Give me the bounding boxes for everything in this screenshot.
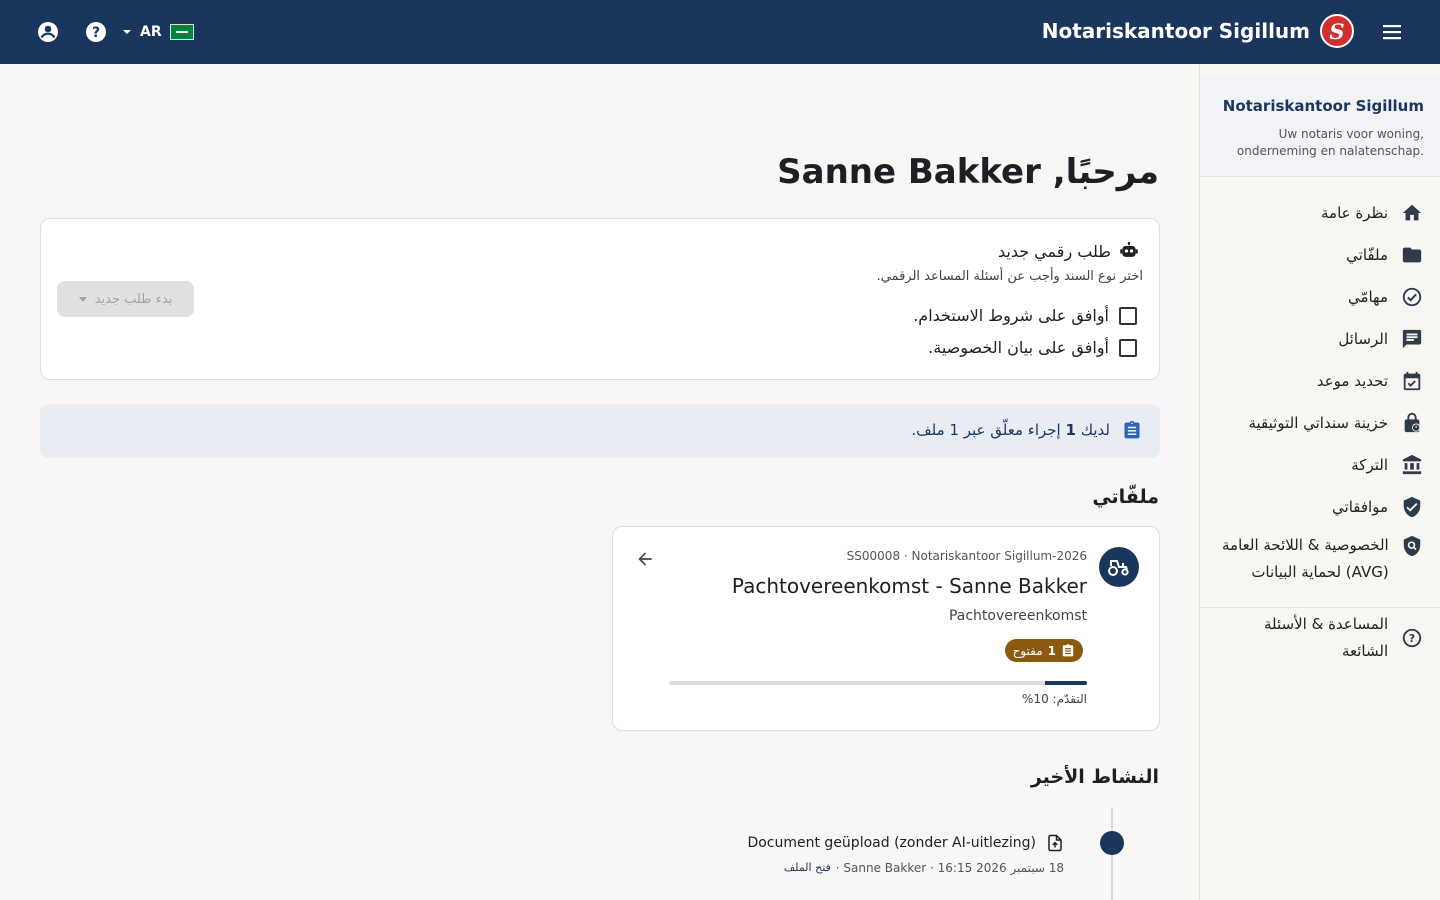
- clipboard-icon: [1122, 419, 1142, 441]
- timeline-dot: [1100, 831, 1124, 855]
- new-request-title-row: طلب رقمي جديد: [998, 241, 1139, 261]
- sidebar-subtitle: Uw notaris voor woning, onderneming en n…: [1236, 127, 1424, 158]
- pending-actions-banner: لديك 1 إجراء معلّق عبر 1 ملف.: [40, 404, 1160, 458]
- sidebar-item-label: المساعدة & الأسئلة الشائعة: [1264, 615, 1389, 660]
- progress-fill: [1045, 681, 1087, 685]
- sidebar-header: Notariskantoor Sigillum Uw notaris voor …: [1200, 76, 1440, 177]
- sidebar-divider: [1200, 607, 1440, 608]
- sidebar-item-label: تحديد موعد: [1316, 371, 1388, 390]
- flag-icon: [169, 24, 194, 40]
- sidebar-nav: نظرة عامة ملفّاتي مهامّي الرسائل تحديد م…: [1214, 192, 1424, 594]
- sidebar-item-label: خزينة سنداتي التوثيقية: [1248, 413, 1388, 432]
- checkbox-box[interactable]: [1119, 338, 1137, 357]
- chevron-down-icon: [78, 296, 87, 302]
- menu-icon[interactable]: [1376, 16, 1408, 48]
- svg-text:?: ?: [1409, 632, 1415, 645]
- brand: Notariskantoor Sigillum S: [1042, 14, 1354, 48]
- brand-name: Notariskantoor Sigillum: [1041, 19, 1310, 43]
- check-circle-icon: [1400, 285, 1424, 309]
- sidebar-item-tasks[interactable]: مهامّي: [1214, 276, 1424, 318]
- sidebar: Notariskantoor Sigillum Uw notaris voor …: [1199, 64, 1440, 900]
- sidebar-item-label: نظرة عامة: [1321, 203, 1388, 222]
- dossier-title: Pachtovereenkomst - Sanne Bakker: [731, 574, 1087, 598]
- account-circle-icon[interactable]: [32, 16, 64, 48]
- help-outline-icon: ?: [1400, 626, 1424, 650]
- activity-item: Document geüpload (zonder AI-uitlezing): [747, 833, 1064, 853]
- activity-title: Document geüpload (zonder AI-uitlezing): [747, 835, 1036, 851]
- calendar-check-icon: [1400, 369, 1424, 393]
- chat-icon: [1400, 327, 1424, 351]
- pending-actions-text: لديك 1 إجراء معلّق عبر 1 ملف.: [911, 421, 1110, 439]
- top-bar: ? AR Notariskantoor Sigillum S: [0, 0, 1440, 64]
- checkbox-box[interactable]: [1119, 306, 1137, 325]
- files-heading: ملفّاتي: [1092, 486, 1159, 508]
- home-icon: [1400, 201, 1424, 225]
- start-request-label: بدء طلب جديد: [94, 291, 173, 307]
- brand-logo: S: [1320, 14, 1354, 48]
- progress-bar: [669, 681, 1087, 685]
- arrow-left-icon[interactable]: [633, 547, 657, 571]
- sidebar-item-label: موافقاتي: [1332, 497, 1388, 516]
- start-request-button[interactable]: بدء طلب جديد: [57, 281, 194, 317]
- privacy-label: أوافق على بيان الخصوصية.: [928, 338, 1109, 357]
- svg-text:?: ?: [92, 25, 100, 41]
- new-request-subtitle: اختر نوع السند وأجب عن أسئلة المساعد الر…: [876, 269, 1143, 284]
- sidebar-item-label: ملفّاتي: [1346, 245, 1388, 264]
- help-icon[interactable]: ?: [80, 16, 112, 48]
- sidebar-title: Notariskantoor Sigillum: [1222, 97, 1424, 115]
- shield-check-icon: [1400, 495, 1424, 519]
- open-file-link[interactable]: فتح الملف: [784, 861, 831, 875]
- terms-checkbox[interactable]: أوافق على شروط الاستخدام.: [913, 306, 1137, 325]
- page-title: مرحبًا, Sanne Bakker: [777, 152, 1159, 192]
- dossier-meta: SS00008 · Notariskantoor Sigillum-2026: [846, 549, 1087, 563]
- language-switcher[interactable]: AR: [122, 20, 194, 44]
- robot-icon: [1119, 241, 1139, 261]
- clipboard-icon: [1061, 643, 1075, 658]
- tractor-icon: [1099, 547, 1139, 587]
- activity-heading: النشاط الأخير: [1030, 766, 1159, 788]
- open-tasks-badge: 1 مفتوح: [1004, 639, 1083, 662]
- sidebar-item-label: الرسائل: [1338, 329, 1388, 348]
- bank-icon: [1400, 453, 1424, 477]
- chevron-down-icon: [122, 27, 132, 37]
- progress-label: التقدّم: 10%: [1022, 692, 1087, 706]
- language-code: AR: [140, 24, 162, 40]
- dossier-type: Pachtovereenkomst: [948, 608, 1087, 624]
- sidebar-item-files[interactable]: ملفّاتي: [1214, 234, 1424, 276]
- badge-label: مفتوح: [1012, 643, 1043, 658]
- file-upload-icon: [1046, 833, 1064, 853]
- sidebar-item-overview[interactable]: نظرة عامة: [1214, 192, 1424, 234]
- sidebar-item-help[interactable]: ? المساعدة & الأسئلة الشائعة: [1214, 615, 1424, 660]
- activity-meta-row: 18 سبتمبر 2026 16:15 · Sanne Bakker · فت…: [784, 861, 1064, 875]
- dossier-card[interactable]: SS00008 · Notariskantoor Sigillum-2026 P…: [612, 526, 1160, 731]
- sidebar-item-appointment[interactable]: تحديد موعد: [1214, 360, 1424, 402]
- sidebar-item-consents[interactable]: موافقاتي: [1214, 486, 1424, 528]
- sidebar-item-messages[interactable]: الرسائل: [1214, 318, 1424, 360]
- sidebar-item-label: التركة: [1351, 455, 1388, 474]
- folder-icon: [1400, 243, 1424, 267]
- sidebar-item-label: مهامّي: [1347, 287, 1388, 306]
- terms-label: أوافق على شروط الاستخدام.: [913, 306, 1109, 325]
- sidebar-help-nav: ? المساعدة & الأسئلة الشائعة: [1214, 615, 1424, 660]
- sidebar-item-estate[interactable]: التركة: [1214, 444, 1424, 486]
- new-request-title: طلب رقمي جديد: [997, 241, 1111, 261]
- sidebar-item-label: الخصوصية & اللائحة العامة لحماية البيانا…: [1222, 536, 1389, 581]
- sidebar-item-deed-vault[interactable]: خزينة سنداتي التوثيقية: [1214, 402, 1424, 444]
- privacy-checkbox[interactable]: أوافق على بيان الخصوصية.: [928, 338, 1137, 357]
- activity-meta: 18 سبتمبر 2026 16:15 · Sanne Bakker ·: [835, 861, 1064, 875]
- lock-icon: [1400, 411, 1424, 435]
- badge-count: 1: [1047, 643, 1056, 658]
- privacy-shield-icon: [1401, 534, 1424, 558]
- sidebar-item-privacy[interactable]: الخصوصية & اللائحة العامة لحماية البيانا…: [1214, 528, 1424, 594]
- new-request-card: طلب رقمي جديد اختر نوع السند وأجب عن أسئ…: [40, 218, 1160, 380]
